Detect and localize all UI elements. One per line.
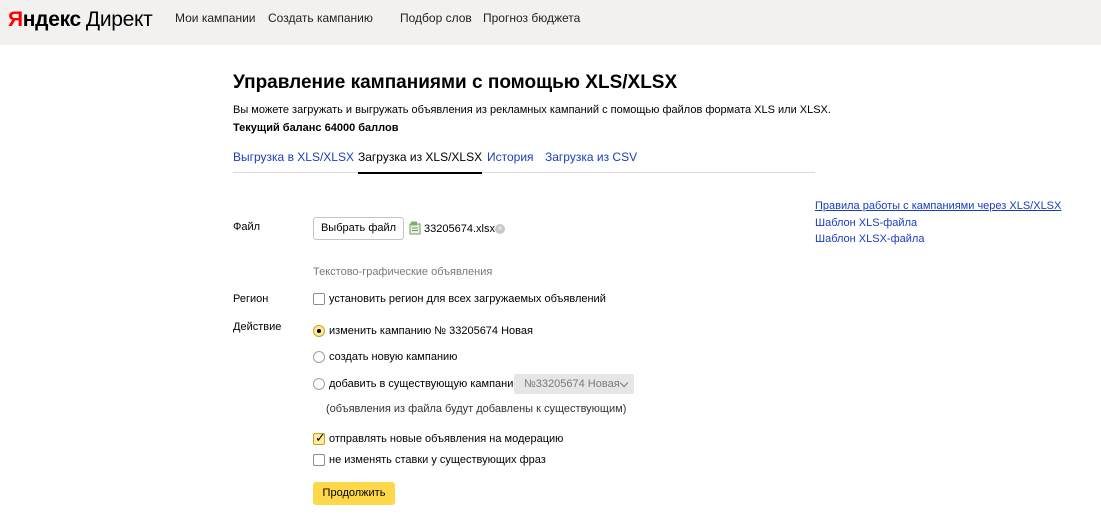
region-checkbox-label[interactable]: установить регион для всех загружаемых о… (329, 293, 606, 305)
nav-my-campaigns[interactable]: Мои кампании (175, 11, 255, 25)
keep-bids-checkbox[interactable] (313, 454, 325, 466)
file-name: 33205674.xlsx (424, 223, 495, 235)
campaign-select-value: №33205674 Новая (524, 378, 620, 390)
logo-ndex: ндекс (22, 8, 81, 31)
link-xls-rules[interactable]: Правила работы с кампаниями через XLS/XL… (815, 200, 1061, 212)
clear-file-icon[interactable]: × (495, 224, 505, 234)
excel-file-icon (409, 221, 421, 235)
choose-file-button[interactable]: Выбрать файл (313, 217, 404, 240)
moderation-checkbox-label[interactable]: отправлять новые объявления на модерацию (329, 433, 563, 445)
tab-history[interactable]: История (487, 150, 534, 172)
radio-edit-campaign-label[interactable]: изменить кампанию № 33205674 Новая (329, 325, 533, 337)
logo-direct: Директ (85, 8, 153, 31)
add-note: (объявления из файла будут добавлены к с… (326, 403, 627, 415)
tabs: Выгрузка в XLS/XLSX Загрузка из XLS/XLSX… (233, 150, 815, 174)
radio-add-to-campaign-label[interactable]: добавить в существующую кампанию (329, 378, 522, 390)
action-label: Действие (233, 321, 282, 333)
radio-add-to-campaign[interactable] (313, 378, 325, 390)
yandex-direct-logo[interactable]: Яндекс Директ (8, 8, 153, 32)
nav-create-campaign[interactable]: Создать кампанию (268, 11, 373, 25)
moderation-checkbox[interactable] (313, 430, 326, 446)
region-label: Регион (233, 293, 269, 305)
tab-import-xls[interactable]: Загрузка из XLS/XLSX (358, 150, 483, 174)
region-checkbox[interactable] (313, 293, 325, 305)
link-xlsx-template[interactable]: Шаблон XLSX-файла (815, 233, 924, 245)
page-title: Управление кампаниями с помощью XLS/XLSX (233, 72, 678, 93)
top-bar: Яндекс Директ Мои кампании Создать кампан… (0, 0, 1101, 45)
page-description: Вы можете загружать и выгружать объявлен… (233, 104, 831, 116)
section-title: Текстово-графические объявления (313, 266, 493, 278)
link-xls-template[interactable]: Шаблон XLS-файла (815, 217, 917, 229)
nav-word-selection[interactable]: Подбор слов (400, 11, 472, 25)
file-label: Файл (233, 221, 261, 233)
keep-bids-checkbox-label[interactable]: не изменять ставки у существующих фраз (329, 454, 546, 466)
chevron-down-icon (619, 378, 629, 388)
continue-button[interactable]: Продолжить (313, 482, 395, 505)
logo-ya: Я (8, 8, 23, 31)
campaign-select[interactable]: №33205674 Новая (514, 374, 634, 394)
radio-create-campaign-label[interactable]: создать новую кампанию (329, 351, 457, 363)
tab-export-xls[interactable]: Выгрузка в XLS/XLSX (233, 150, 354, 172)
balance-text: Текущий баланс 64000 баллов (233, 122, 399, 134)
radio-create-campaign[interactable] (313, 351, 325, 363)
tab-import-csv[interactable]: Загрузка из CSV (545, 150, 637, 172)
radio-edit-campaign[interactable] (313, 325, 325, 337)
nav-budget-forecast[interactable]: Прогноз бюджета (483, 11, 580, 25)
